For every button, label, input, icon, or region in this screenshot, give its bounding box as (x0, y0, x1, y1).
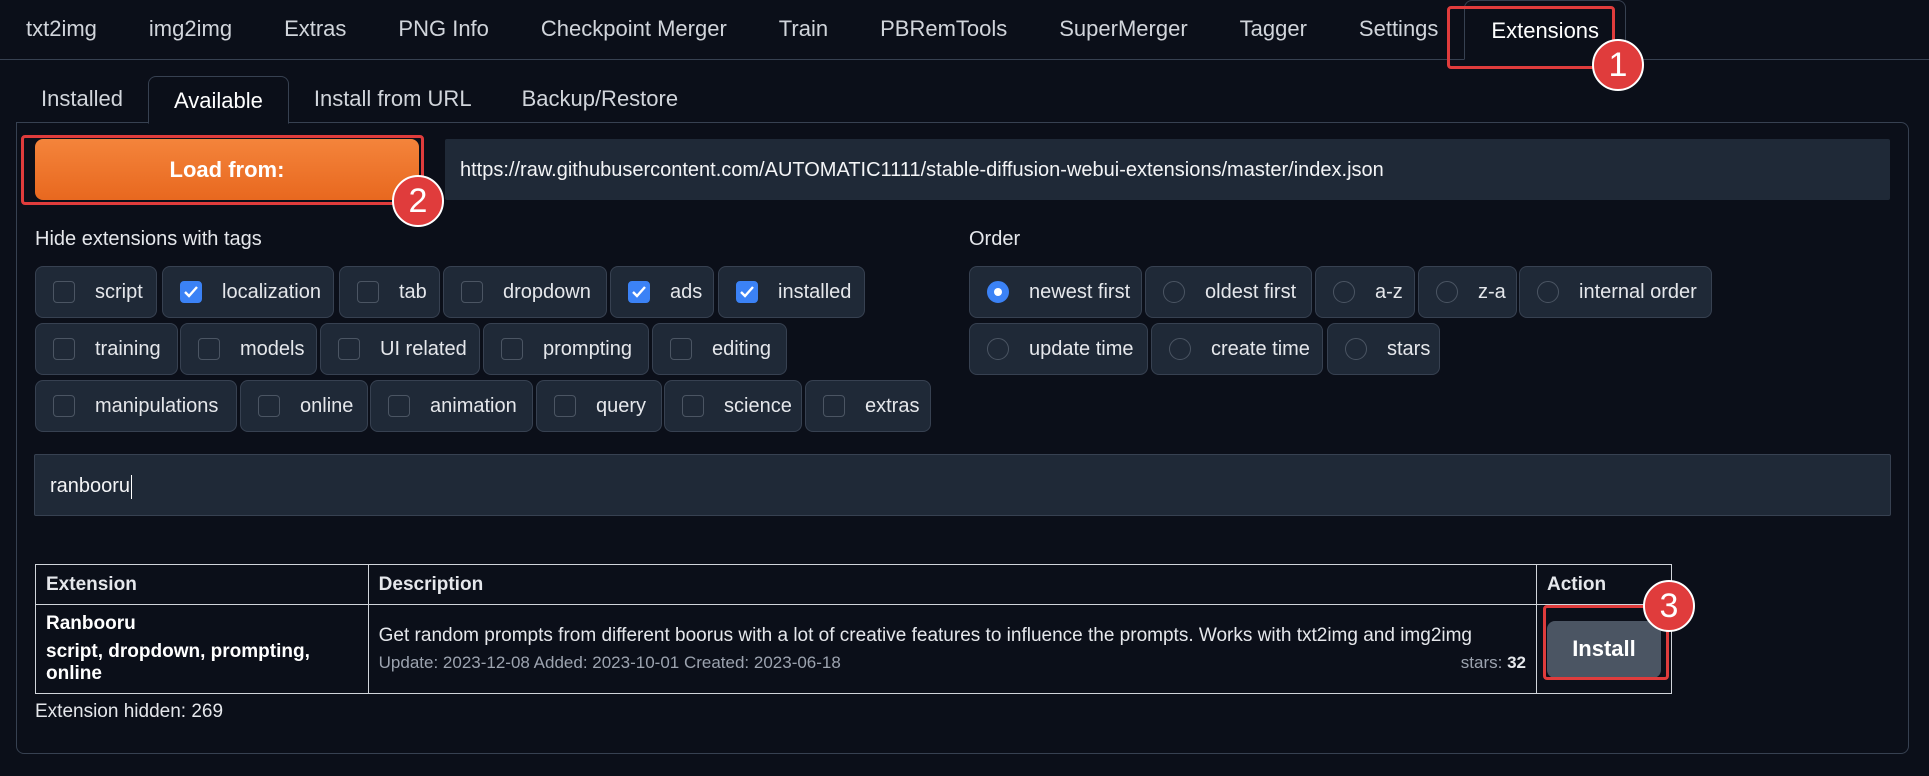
order-radio-stars[interactable]: stars (1327, 323, 1440, 375)
annotation-badge-3: 3 (1643, 580, 1695, 632)
table-row: Ranbooru script, dropdown, prompting, on… (35, 604, 1673, 694)
checkbox-icon (388, 395, 410, 417)
tag-checkbox-query[interactable]: query (536, 380, 662, 432)
checkbox-icon (670, 338, 692, 360)
radio-icon (1163, 281, 1185, 303)
tab-tagger[interactable]: Tagger (1214, 0, 1333, 59)
annotation-badge-1: 1 (1592, 39, 1644, 91)
tag-checkbox-editing[interactable]: editing (652, 323, 787, 375)
extension-description: Get random prompts from different boorus… (378, 625, 1473, 646)
stars-count: 32 (1507, 653, 1526, 672)
tab-img2img[interactable]: img2img (123, 0, 258, 59)
extension-stars: stars: 32 (1461, 653, 1526, 673)
order-radio-z-a[interactable]: z-a (1418, 266, 1517, 318)
extension-tags: script, dropdown, prompting, online (46, 641, 310, 684)
extension-index-url-field[interactable]: https://raw.githubusercontent.com/AUTOMA… (445, 139, 1890, 200)
annotation-highlight-extensions-tab (1447, 6, 1615, 69)
tab-available[interactable]: Available (147, 76, 289, 124)
extension-cell: Ranbooru script, dropdown, prompting, on… (35, 604, 369, 694)
extensions-table: Extension Description Action Ranbooru sc… (35, 564, 1673, 694)
checkbox-icon (258, 395, 280, 417)
tab-settings[interactable]: Settings (1333, 0, 1465, 59)
checkbox-icon (682, 395, 704, 417)
tag-checkbox-dropdown[interactable]: dropdown (443, 266, 607, 318)
checkbox-icon (338, 338, 360, 360)
tag-checkbox-models[interactable]: models (180, 323, 317, 375)
tab-pbremtools[interactable]: PBRemTools (854, 0, 1033, 59)
hide-tags-label: Hide extensions with tags (35, 228, 262, 250)
checkbox-checked-icon (180, 281, 202, 303)
tag-checkbox-script[interactable]: script (35, 266, 157, 318)
tab-installed[interactable]: Installed (16, 75, 148, 123)
tab-txt2img[interactable]: txt2img (0, 0, 123, 59)
checkbox-icon (53, 281, 75, 303)
radio-icon (1537, 281, 1559, 303)
tab-extras[interactable]: Extras (258, 0, 372, 59)
tag-checkbox-animation[interactable]: animation (370, 380, 533, 432)
annotation-highlight-load-button (21, 135, 424, 205)
order-radio-a-z[interactable]: a-z (1315, 266, 1415, 318)
tab-checkpoint-merger[interactable]: Checkpoint Merger (515, 0, 753, 59)
order-radio-oldest-first[interactable]: oldest first (1145, 266, 1312, 318)
column-header-description: Description (367, 564, 1537, 605)
description-cell: Get random prompts from different boorus… (367, 604, 1537, 694)
tag-checkbox-ui-related[interactable]: UI related (320, 323, 480, 375)
order-radio-internal-order[interactable]: internal order (1519, 266, 1712, 318)
tag-checkbox-online[interactable]: online (240, 380, 368, 432)
radio-icon (1345, 338, 1367, 360)
radio-icon (1436, 281, 1458, 303)
checkbox-checked-icon (628, 281, 650, 303)
checkbox-icon (53, 338, 75, 360)
extension-name-link[interactable]: Ranbooru (46, 613, 358, 635)
radio-icon (987, 338, 1009, 360)
text-cursor (131, 474, 133, 499)
order-radio-create-time[interactable]: create time (1151, 323, 1323, 375)
order-radio-update-time[interactable]: update time (969, 323, 1148, 375)
tab-install-from-url[interactable]: Install from URL (289, 75, 497, 123)
tag-checkbox-ads[interactable]: ads (610, 266, 714, 318)
tab-train[interactable]: Train (753, 0, 854, 59)
tag-checkbox-manipulations[interactable]: manipulations (35, 380, 237, 432)
checkbox-checked-icon (736, 281, 758, 303)
tag-checkbox-installed[interactable]: installed (718, 266, 865, 318)
order-label: Order (969, 228, 1021, 250)
checkbox-icon (198, 338, 220, 360)
radio-icon (1333, 281, 1355, 303)
extension-hidden-count: Extension hidden: 269 (35, 701, 224, 722)
tag-checkbox-training[interactable]: training (35, 323, 178, 375)
checkbox-icon (461, 281, 483, 303)
checkbox-icon (53, 395, 75, 417)
column-header-extension: Extension (35, 564, 369, 605)
tag-checkbox-science[interactable]: science (664, 380, 802, 432)
tag-checkbox-tab[interactable]: tab (339, 266, 440, 318)
table-header-row: Extension Description Action (35, 564, 1673, 605)
annotation-badge-2: 2 (392, 175, 444, 227)
checkbox-icon (823, 395, 845, 417)
radio-selected-icon (987, 281, 1009, 303)
tag-checkbox-extras[interactable]: extras (805, 380, 931, 432)
checkbox-icon (357, 281, 379, 303)
tag-checkbox-localization[interactable]: localization (162, 266, 334, 318)
radio-icon (1169, 338, 1191, 360)
checkbox-icon (554, 395, 576, 417)
checkbox-icon (501, 338, 523, 360)
stars-label: stars: (1460, 653, 1503, 672)
tab-supermerger[interactable]: SuperMerger (1033, 0, 1213, 59)
extension-search-input[interactable]: ranbooru (34, 454, 1891, 516)
tab-backup-restore[interactable]: Backup/Restore (497, 75, 704, 123)
extension-dates: Update: 2023-12-08 Added: 2023-10-01 Cre… (378, 653, 841, 672)
extension-meta: Update: 2023-12-08 Added: 2023-10-01 Cre… (379, 653, 1526, 673)
tab-png-info[interactable]: PNG Info (372, 0, 514, 59)
tag-checkbox-prompting[interactable]: prompting (483, 323, 649, 375)
order-radio-newest-first[interactable]: newest first (969, 266, 1142, 318)
